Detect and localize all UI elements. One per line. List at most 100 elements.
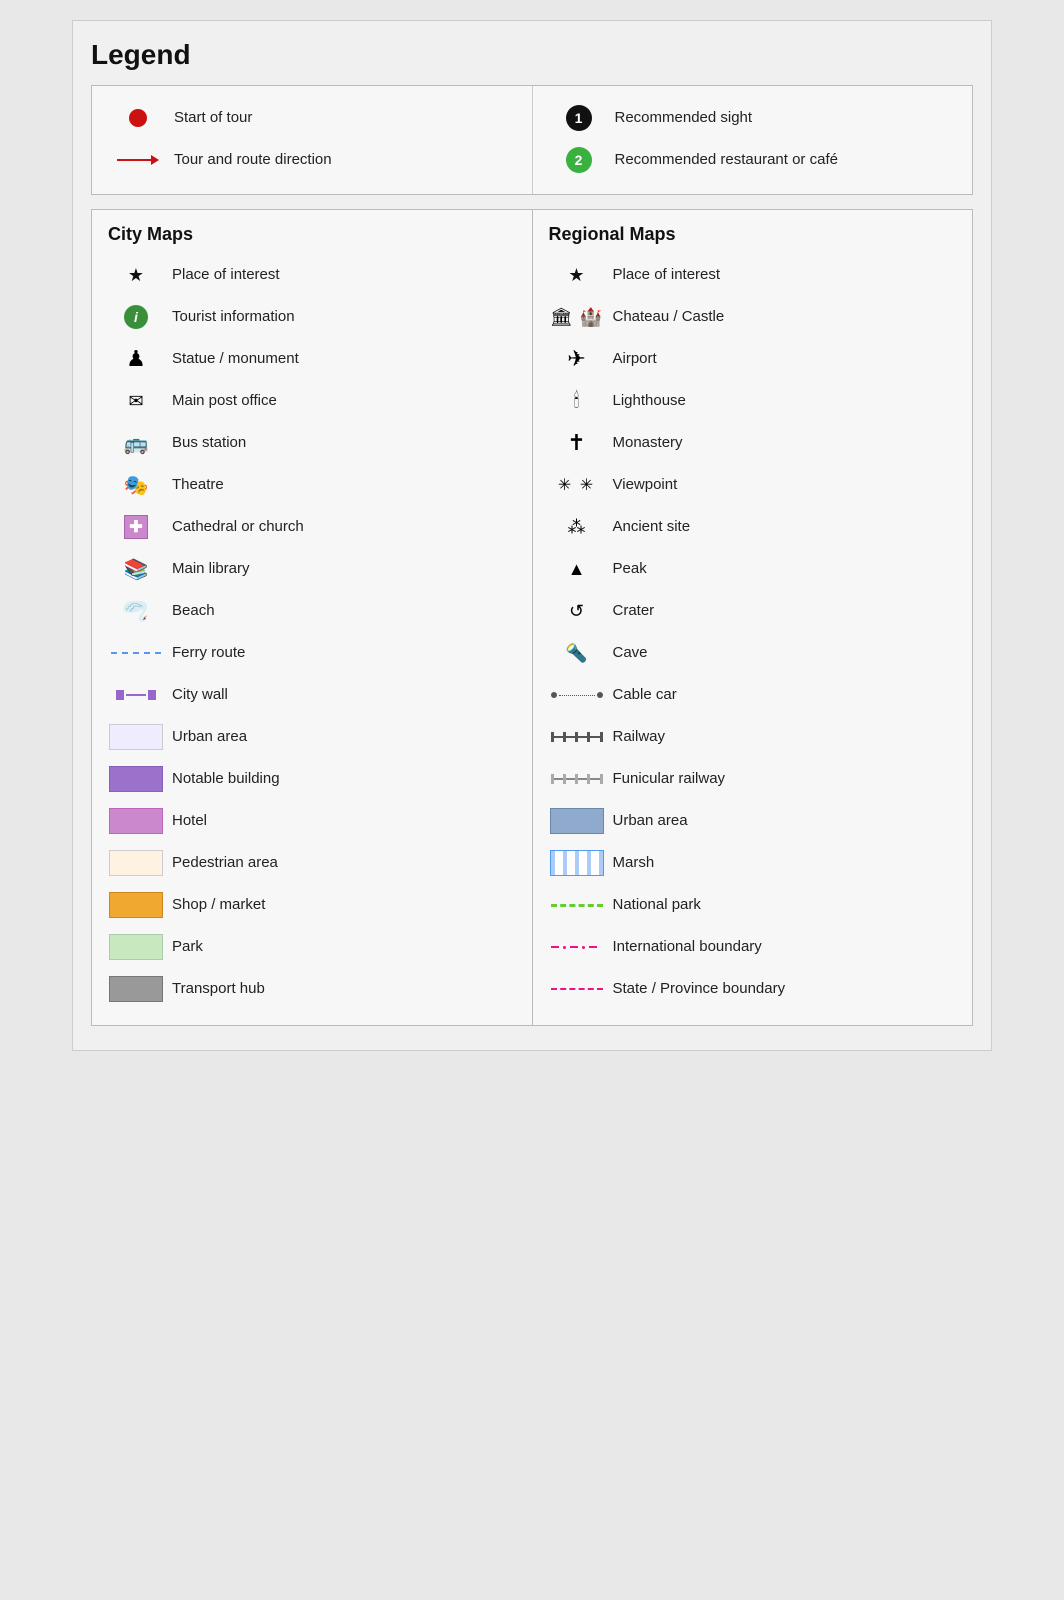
- legend-container: Legend Start of tour Tour and route dire…: [72, 20, 992, 1051]
- pedestrian-icon: [108, 850, 164, 876]
- monastery-icon: ✝: [549, 430, 605, 456]
- state-boundary-icon: [549, 988, 605, 990]
- urban-area-row: Urban area: [108, 717, 516, 757]
- state-boundary-row: State / Province boundary: [549, 969, 957, 1009]
- intl-boundary-icon: [549, 946, 605, 949]
- intl-boundary-label: International boundary: [605, 937, 957, 957]
- monastery-row: ✝ Monastery: [549, 423, 957, 463]
- city-place-of-interest-label: Place of interest: [164, 265, 516, 285]
- shop-label: Shop / market: [164, 895, 516, 915]
- red-arrowhead: [151, 155, 159, 165]
- red-dot-icon: [129, 109, 147, 127]
- cave-icon: 🔦: [549, 643, 605, 664]
- red-line: [117, 159, 151, 161]
- recommended-sight-icon: 1: [551, 105, 607, 131]
- tour-direction-row: Tour and route direction: [110, 140, 514, 180]
- cathedral-icon: ✚: [108, 515, 164, 539]
- library-icon: 📚: [108, 557, 164, 582]
- regional-urban-label: Urban area: [605, 811, 957, 831]
- railway-icon: [549, 730, 605, 744]
- cable-car-label: Cable car: [605, 685, 957, 705]
- regional-maps-column: Regional Maps ★ Place of interest 🏛 🏰 Ch…: [533, 210, 973, 1025]
- peak-label: Peak: [605, 559, 957, 579]
- bus-station-row: 🚌 Bus station: [108, 423, 516, 463]
- state-boundary-label: State / Province boundary: [605, 979, 957, 999]
- beach-label: Beach: [164, 601, 516, 621]
- post-office-row: ✉ Main post office: [108, 381, 516, 421]
- monastery-label: Monastery: [605, 433, 957, 453]
- pedestrian-label: Pedestrian area: [164, 853, 516, 873]
- theatre-row: 🎭 Theatre: [108, 465, 516, 505]
- recommended-restaurant-label: Recommended restaurant or café: [607, 150, 955, 170]
- shop-icon: [108, 892, 164, 918]
- recommended-restaurant-icon: 2: [551, 147, 607, 173]
- railway-row: Railway: [549, 717, 957, 757]
- crater-icon: ↺: [549, 601, 605, 622]
- cable-car-row: Cable car: [549, 675, 957, 715]
- city-star-icon: ★: [108, 265, 164, 286]
- bus-station-label: Bus station: [164, 433, 516, 453]
- park-icon: [108, 934, 164, 960]
- ancient-site-label: Ancient site: [605, 517, 957, 537]
- funicular-row: Funicular railway: [549, 759, 957, 799]
- park-row: Park: [108, 927, 516, 967]
- regional-maps-title: Regional Maps: [549, 224, 957, 245]
- regional-star-icon: ★: [549, 265, 605, 286]
- library-row: 📚 Main library: [108, 549, 516, 589]
- park-label: Park: [164, 937, 516, 957]
- tourist-info-icon: i: [108, 305, 164, 329]
- transport-hub-label: Transport hub: [164, 979, 516, 999]
- post-office-label: Main post office: [164, 391, 516, 411]
- city-place-of-interest-row: ★ Place of interest: [108, 255, 516, 295]
- lighthouse-row: 🕯 Lighthouse: [549, 381, 957, 421]
- viewpoint-label: Viewpoint: [605, 475, 957, 495]
- city-maps-title: City Maps: [108, 224, 516, 245]
- chateau-icon: 🏛 🏰: [549, 307, 605, 328]
- peak-row: ▲ Peak: [549, 549, 957, 589]
- viewpoint-row: ✳ ✳ Viewpoint: [549, 465, 957, 505]
- cable-car-icon: [549, 692, 605, 698]
- library-label: Main library: [164, 559, 516, 579]
- transport-hub-icon: [108, 976, 164, 1002]
- tourist-info-label: Tourist information: [164, 307, 516, 327]
- statue-icon: ♟: [108, 346, 164, 372]
- beach-icon: 🦢: [108, 598, 164, 624]
- city-wall-icon: [108, 690, 164, 700]
- theatre-label: Theatre: [164, 475, 516, 495]
- ferry-route-row: Ferry route: [108, 633, 516, 673]
- cave-row: 🔦 Cave: [549, 633, 957, 673]
- airport-row: ✈ Airport: [549, 339, 957, 379]
- num-2-circle: 2: [566, 147, 592, 173]
- red-arrow-icon: [117, 155, 159, 165]
- start-of-tour-icon: [110, 109, 166, 127]
- shop-row: Shop / market: [108, 885, 516, 925]
- lighthouse-icon: 🕯: [549, 390, 605, 413]
- cave-label: Cave: [605, 643, 957, 663]
- legend-title: Legend: [91, 39, 973, 71]
- railway-label: Railway: [605, 727, 957, 747]
- start-of-tour-label: Start of tour: [166, 108, 514, 128]
- crater-label: Crater: [605, 601, 957, 621]
- notable-building-label: Notable building: [164, 769, 516, 789]
- beach-row: 🦢 Beach: [108, 591, 516, 631]
- tour-direction-icon: [110, 155, 166, 165]
- crater-row: ↺ Crater: [549, 591, 957, 631]
- ancient-site-row: ⁂ Ancient site: [549, 507, 957, 547]
- marsh-label: Marsh: [605, 853, 957, 873]
- hotel-row: Hotel: [108, 801, 516, 841]
- city-wall-row: City wall: [108, 675, 516, 715]
- recommended-restaurant-row: 2 Recommended restaurant or café: [551, 140, 955, 180]
- ferry-route-label: Ferry route: [164, 643, 516, 663]
- main-section: City Maps ★ Place of interest i Tourist …: [91, 209, 973, 1026]
- intl-boundary-row: International boundary: [549, 927, 957, 967]
- airport-icon: ✈: [549, 346, 605, 372]
- urban-area-label: Urban area: [164, 727, 516, 747]
- statue-row: ♟ Statue / monument: [108, 339, 516, 379]
- tour-direction-label: Tour and route direction: [166, 150, 514, 170]
- urban-area-icon: [108, 724, 164, 750]
- lighthouse-label: Lighthouse: [605, 391, 957, 411]
- start-of-tour-row: Start of tour: [110, 98, 514, 138]
- hotel-icon: [108, 808, 164, 834]
- regional-urban-icon: [549, 808, 605, 834]
- recommended-sight-label: Recommended sight: [607, 108, 955, 128]
